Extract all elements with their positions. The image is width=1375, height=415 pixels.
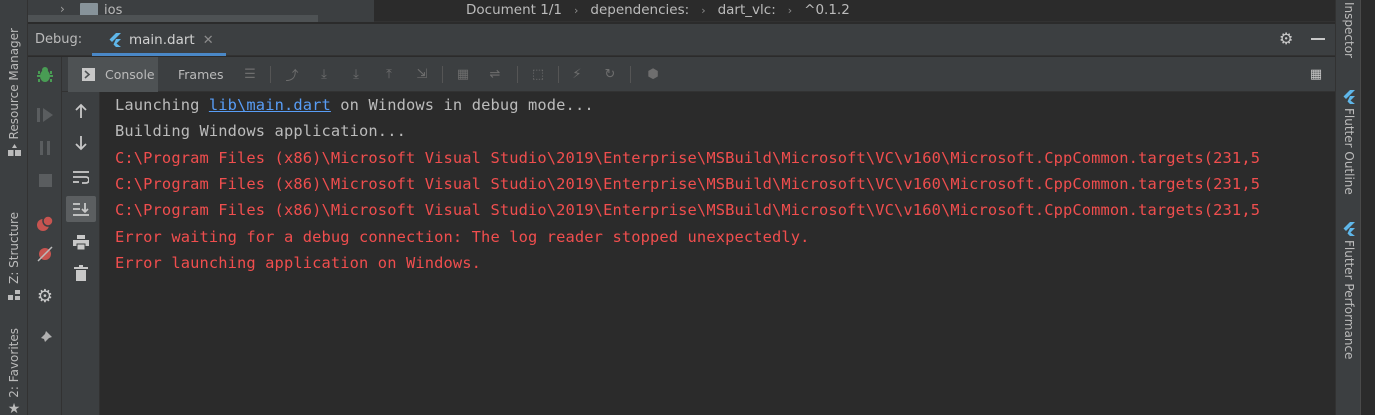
debug-actions-toolbar: ⚙ [28,57,62,415]
debug-bug-icon[interactable] [34,64,56,86]
breadcrumb-dependencies[interactable]: dependencies: [590,2,689,20]
flutter-icon [1343,222,1355,236]
breadcrumb-separator-icon: › [787,4,793,17]
resume-icon[interactable] [34,104,56,126]
tab-label: Frames [178,67,224,82]
console-line: Building Windows application... [115,122,406,140]
window-edge [1360,0,1375,415]
structure-icon [7,288,21,302]
chevron-right-icon[interactable]: › [60,2,65,16]
restore-layout-icon[interactable]: ▦ [1308,66,1324,82]
console-line: Launching lib\main.dart on Windows in de… [115,96,594,114]
settings-icon[interactable]: ⚙ [34,286,56,308]
tool-tab-structure[interactable]: Z: Structure [0,212,28,302]
active-tab-indicator [92,53,226,56]
toolbar-separator [270,66,271,83]
trace-icon[interactable]: ⇌ [487,66,503,82]
tab-label: main.dart [129,32,195,48]
pause-icon[interactable] [34,137,56,159]
print-icon[interactable] [70,231,92,253]
step-over-icon[interactable]: ⤓ [316,66,332,82]
run-to-cursor-icon[interactable]: ⇲ [414,66,430,82]
debug-tool-window-header: Debug: main.dart ✕ ⚙ [28,24,1335,56]
hot-reload-icon[interactable]: ⚡ [569,66,585,82]
tab-frames[interactable]: Frames [178,57,223,92]
debug-label: Debug: [35,32,83,47]
trash-icon[interactable] [70,262,92,284]
console-error-line: C:\Program Files (x86)\Microsoft Visual … [115,149,1261,167]
toolbar-separator [442,66,443,83]
breadcrumb-dart-vlc[interactable]: dart_vlc: [718,2,776,20]
hot-restart-icon[interactable]: ↻ [602,66,618,82]
console-error-line: Error launching application on Windows. [115,254,482,272]
toolbar-separator [630,66,631,83]
flutter-icon [1343,90,1355,104]
console-actions-toolbar [62,92,100,415]
console-text: on Windows in debug mode... [330,96,594,114]
tool-tab-label: Resource Manager [7,28,21,140]
toolbar-separator [558,66,559,83]
soft-wrap-icon[interactable] [70,166,92,188]
tool-tab-resource-manager[interactable]: Resource Manager [0,28,28,157]
flutter-icon [109,33,121,47]
step-into-icon[interactable]: ⤓ [348,66,364,82]
right-tool-strip: Inspector Flutter Outline Flutter Perfor… [1335,0,1375,415]
tool-tab-label: Flutter Outline [1342,108,1356,195]
tab-console[interactable]: Console [68,57,158,92]
tool-tab-label: Inspector [1342,2,1356,58]
show-execution-point-icon[interactable]: ⤴ [284,66,300,84]
tool-tab-label: Z: Structure [7,212,21,284]
tool-tab-label: 2: Favorites [7,328,21,398]
editor-top-bar: › ios Document 1/1 › dependencies: › dar… [28,0,1335,22]
project-tree-row[interactable]: › ios [28,0,374,22]
console-output[interactable]: Launching lib\main.dart on Windows in de… [101,92,1335,415]
tool-tab-flutter-outline[interactable]: Flutter Outline [1338,90,1360,195]
view-breakpoints-icon[interactable] [34,213,56,235]
stop-icon[interactable] [34,169,56,191]
breadcrumb-separator-icon: › [701,4,706,17]
down-arrow-icon[interactable] [70,132,92,154]
console-error-line: C:\Program Files (x86)\Microsoft Visual … [115,201,1261,219]
tool-tab-inspector[interactable]: Inspector [1338,2,1360,58]
breadcrumb-document[interactable]: Document 1/1 [466,2,562,20]
restart-frame-icon[interactable]: ⬚ [530,66,546,82]
console-tab-row: Console Frames ☰ ⤴ ⤓ ⤓ ⤒ ⇲ ▦ ⇌ ⬚ ⚡ ↻ ⬢ ▦ [62,57,1335,92]
breadcrumb-separator-icon: › [573,4,579,17]
console-text: Launching [115,96,209,114]
pin-icon[interactable] [34,327,56,349]
layout-icon[interactable]: ☰ [242,66,258,82]
open-devtools-icon[interactable]: ⬢ [645,66,661,82]
up-arrow-icon[interactable] [70,100,92,122]
breadcrumb: Document 1/1 › dependencies: › dart_vlc:… [466,2,850,20]
tool-tab-label: Flutter Performance [1342,240,1356,360]
tool-tab-flutter-performance[interactable]: Flutter Performance [1338,222,1360,359]
console-error-line: Error waiting for a debug connection: Th… [115,228,810,246]
tab-label: Console [105,67,155,82]
breadcrumb-version[interactable]: ^0.1.2 [804,2,850,20]
scroll-to-end-icon[interactable] [66,196,96,222]
close-icon[interactable]: ✕ [203,33,214,48]
left-tool-strip: Resource Manager Z: Structure 2: Favorit… [0,0,28,415]
console-error-line: C:\Program Files (x86)\Microsoft Visual … [115,175,1261,193]
file-link[interactable]: lib\main.dart [209,96,331,114]
minimize-icon[interactable] [1311,38,1325,40]
gear-icon[interactable]: ⚙ [1279,31,1295,47]
star-icon: ★ [7,400,21,415]
evaluate-expression-icon[interactable]: ▦ [455,66,471,82]
step-out-icon[interactable]: ⤒ [381,66,397,82]
resource-manager-icon [7,143,21,157]
console-icon [82,68,95,81]
tab-main-dart[interactable]: main.dart ✕ [92,24,226,56]
horizontal-scrollbar[interactable] [28,15,318,22]
toolbar-separator [517,66,518,83]
mute-breakpoints-icon[interactable] [34,243,56,265]
tool-tab-favorites[interactable]: 2: Favorites ★ [0,328,28,415]
